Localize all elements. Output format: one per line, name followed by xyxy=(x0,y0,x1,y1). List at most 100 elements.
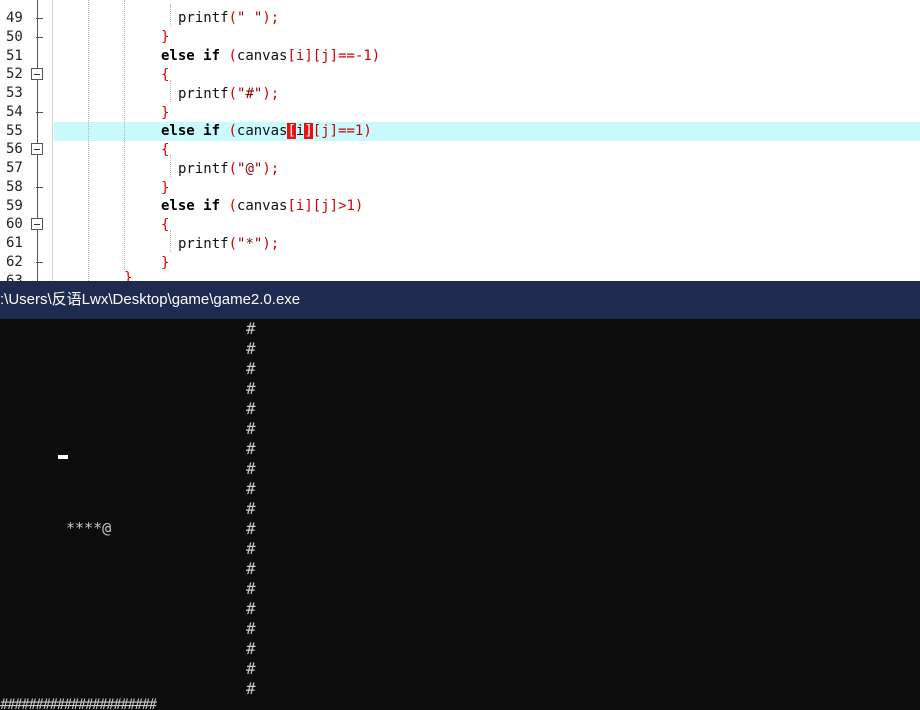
code-line-51: else if (canvas[i][j]==-1) xyxy=(161,47,380,66)
gutter-line-57: 57 xyxy=(0,159,54,178)
line-number: 54 xyxy=(6,103,23,120)
brace: { xyxy=(161,142,170,158)
snake-body: ****@ xyxy=(66,519,112,537)
line-number: 51 xyxy=(6,47,23,64)
code-line-54: } xyxy=(161,104,169,123)
gutter-line-55: 55 xyxy=(0,122,54,141)
wall-cell: # xyxy=(246,479,256,498)
code-line-61: printf("*"); xyxy=(178,235,279,254)
indent-guide xyxy=(170,155,171,177)
line-number: 57 xyxy=(6,160,23,176)
brace: } xyxy=(161,180,170,196)
code-line-62: } xyxy=(161,254,169,273)
wall-cell: # xyxy=(246,639,256,658)
paren: ( xyxy=(228,10,238,26)
console-titlebar[interactable]: :\Users\反语Lwx\Desktop\game\game2.0.exe xyxy=(0,281,920,319)
gutter-line-58: 58 xyxy=(0,178,54,197)
gutter-line-61: 61 xyxy=(0,234,54,253)
paren: ) xyxy=(262,86,271,102)
identifier: canvas xyxy=(236,123,288,139)
paren: ) xyxy=(262,236,271,252)
brace: { xyxy=(161,67,170,83)
identifier: canvas xyxy=(236,48,288,64)
line-number: 55 xyxy=(6,122,23,139)
paren: ( xyxy=(228,236,238,252)
wall-cell: # xyxy=(246,439,256,458)
window-title: :\Users\反语Lwx\Desktop\game\game2.0.exe xyxy=(0,291,301,308)
indent-guide xyxy=(170,80,171,102)
wall-cell: # xyxy=(246,399,256,418)
paren: ) xyxy=(363,123,372,139)
wall-cell: # xyxy=(246,519,256,538)
indent-guide xyxy=(170,230,171,252)
wall-cell: # xyxy=(246,679,256,698)
code-line-52: { xyxy=(161,66,169,85)
collapse-toggle-icon[interactable] xyxy=(31,218,43,231)
line-number: 50 xyxy=(6,28,23,45)
indent-guide xyxy=(170,4,171,26)
bottom-wall: ###################### xyxy=(0,697,157,710)
line-number: 59 xyxy=(6,197,23,214)
gutter-line-62: 62 xyxy=(0,253,54,272)
wall-cell: # xyxy=(246,359,256,378)
index-i: [i] xyxy=(287,48,313,64)
paren: ( xyxy=(228,123,237,139)
gutter-line-50: 50 xyxy=(0,28,54,47)
wall-cell: # xyxy=(246,539,256,558)
code-line-56: { xyxy=(161,141,169,160)
code-line-60: { xyxy=(161,216,169,235)
paren: ( xyxy=(228,198,237,214)
string-literal: "*" xyxy=(237,236,263,252)
text-cursor xyxy=(58,455,68,459)
gutter-line-53: 53 xyxy=(0,84,54,103)
console-window[interactable]: :\Users\反语Lwx\Desktop\game\game2.0.exe *… xyxy=(0,281,920,710)
code-line-57: printf("@"); xyxy=(178,160,279,179)
collapse-toggle-icon[interactable] xyxy=(31,68,43,81)
paren: ( xyxy=(228,86,238,102)
console-output[interactable]: ****@ ###################### # # # # # # # # # # #… xyxy=(0,319,920,710)
function-name: printf xyxy=(178,236,229,252)
index-j: [j] xyxy=(312,123,339,139)
line-number: 58 xyxy=(6,178,23,195)
string-literal: " " xyxy=(237,10,263,26)
identifier: canvas xyxy=(236,198,288,214)
wall-cell: # xyxy=(246,559,256,578)
line-number-gutter: 49 50 51 52 53 54 55 56 57 58 59 60 61 62 63 xyxy=(0,0,54,281)
paren: ) xyxy=(371,48,381,64)
fold-end-marker xyxy=(36,36,43,38)
bracket-match-open: [ xyxy=(287,123,296,139)
gutter-line-51: 51 xyxy=(0,47,54,66)
string-literal: "@" xyxy=(237,161,263,177)
gutter-line-63: 63 xyxy=(0,272,54,282)
code-line-53: printf("#"); xyxy=(178,85,279,104)
line-number: 62 xyxy=(6,253,23,270)
indent-guide xyxy=(88,0,89,281)
collapse-toggle-icon[interactable] xyxy=(31,143,43,156)
code-line-50: } xyxy=(161,28,169,47)
code-line-59: else if (canvas[i][j]>1) xyxy=(161,197,363,216)
bracket-match-close: ] xyxy=(304,123,313,139)
line-number: 56 xyxy=(6,141,23,158)
line-number: 61 xyxy=(6,235,23,251)
paren: ) xyxy=(262,10,271,26)
line-number: 49 xyxy=(6,10,23,26)
line-number: 52 xyxy=(6,66,23,83)
fold-end-marker xyxy=(36,111,43,113)
brace: } xyxy=(161,255,170,271)
paren: ( xyxy=(228,161,238,177)
code-line-55: else if (canvas[i][j]==1) xyxy=(161,122,372,141)
code-editor[interactable]: 49 50 51 52 53 54 55 56 57 58 59 60 61 62 63 printf(" … xyxy=(0,0,920,281)
wall-cell: # xyxy=(246,659,256,678)
semicolon: ; xyxy=(270,86,280,102)
line-number: 53 xyxy=(6,85,23,101)
index-j: [j] xyxy=(312,48,339,64)
keyword: else if xyxy=(161,198,221,214)
gutter-line-52: 52 xyxy=(0,65,54,84)
function-name: printf xyxy=(178,161,229,177)
function-name: printf xyxy=(178,86,229,102)
gutter-line-56: 56 xyxy=(0,140,54,159)
brace: } xyxy=(161,105,170,121)
function-name: printf xyxy=(178,10,229,26)
fold-end-marker xyxy=(36,18,43,19)
operator: ==-1 xyxy=(338,48,372,64)
